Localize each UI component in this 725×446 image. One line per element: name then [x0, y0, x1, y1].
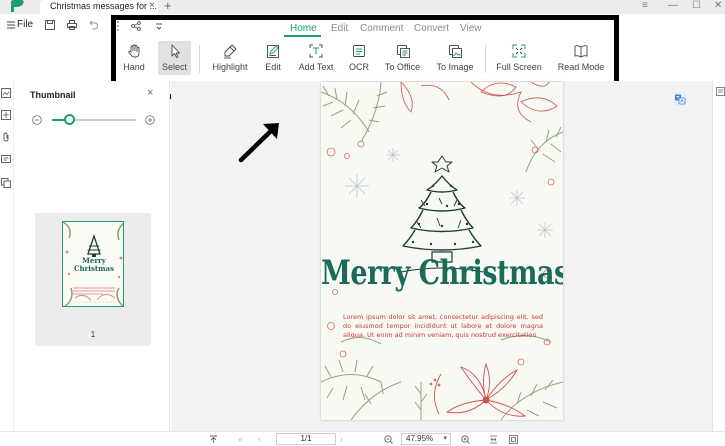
hamburger-icon[interactable] [6, 20, 16, 30]
document-tab-title: Christmas messages for ... [50, 1, 158, 11]
file-menu[interactable]: File [17, 19, 33, 30]
arrow-icon [238, 123, 279, 163]
close-button[interactable]: ✕ [714, 0, 722, 11]
fit-page-icon[interactable] [509, 435, 518, 444]
status-bar: « ‹ 1/1 › 47.95% ▾ [0, 431, 725, 446]
page-number-input[interactable]: 1/1 [276, 433, 336, 445]
tab-close-icon[interactable]: × [149, 0, 155, 11]
attachment-icon[interactable] [1, 132, 11, 142]
christmas-decoration-image [321, 82, 563, 420]
thumbnail-zoom-in-icon[interactable] [145, 115, 155, 125]
thumbnail-panel-title: Thumbnail [30, 90, 76, 100]
title-bar: Christmas messages for ... × + ≡ — ☐ ✕ [0, 0, 725, 14]
maximize-button[interactable]: ☐ [692, 0, 701, 11]
chevron-down-icon: ▾ [443, 435, 447, 442]
next-page-icon[interactable]: › [340, 434, 343, 444]
document-heading: Merry Christmas [321, 254, 563, 293]
page-thumbnail[interactable]: Merry Christmas [62, 221, 124, 307]
first-page-icon[interactable] [209, 435, 218, 444]
thumbnail-heading: Merry Christmas [63, 257, 123, 273]
thumbnail-page-number: 1 [90, 330, 96, 339]
previous-page-double-icon[interactable]: « [238, 434, 243, 444]
app-logo-icon[interactable] [8, 0, 26, 13]
layers-icon[interactable] [1, 178, 11, 188]
thumbnail-close-icon[interactable]: × [147, 87, 153, 99]
thumbnail-panel-icon[interactable] [1, 88, 11, 98]
properties-panel-icon[interactable] [716, 87, 725, 96]
previous-page-icon[interactable]: ‹ [258, 434, 261, 444]
comment-panel-icon[interactable] [1, 155, 11, 165]
zoom-in-icon[interactable] [461, 435, 470, 444]
app-window: Christmas messages for ... × + ≡ — ☐ ✕ F… [0, 0, 725, 446]
right-rail [712, 81, 725, 431]
new-tab-button[interactable]: + [164, 0, 172, 13]
zoom-level-select[interactable]: 47.95% ▾ [401, 433, 451, 445]
fit-width-icon[interactable] [489, 435, 498, 444]
undo-icon[interactable] [87, 19, 99, 31]
save-icon[interactable] [44, 19, 56, 31]
print-icon[interactable] [66, 19, 78, 31]
menu-icon[interactable]: ≡ [642, 0, 648, 11]
zoom-out-icon[interactable] [384, 435, 393, 444]
minimize-button[interactable]: — [668, 0, 678, 11]
document-page[interactable]: Merry Christmas Lorem ipsum dolor sit am… [321, 82, 563, 420]
bookmark-icon[interactable] [1, 110, 11, 120]
thumbnail-heading-line2: Christmas [73, 264, 115, 273]
document-body-text: Lorem ipsum dolor sit amet, consectetur … [343, 313, 543, 339]
thumbnail-zoom-out-icon[interactable] [32, 115, 42, 125]
zoom-level-value: 47.95% [406, 434, 434, 443]
document-tab[interactable]: Christmas messages for ... × [40, 0, 158, 14]
translate-icon[interactable] [672, 91, 688, 107]
